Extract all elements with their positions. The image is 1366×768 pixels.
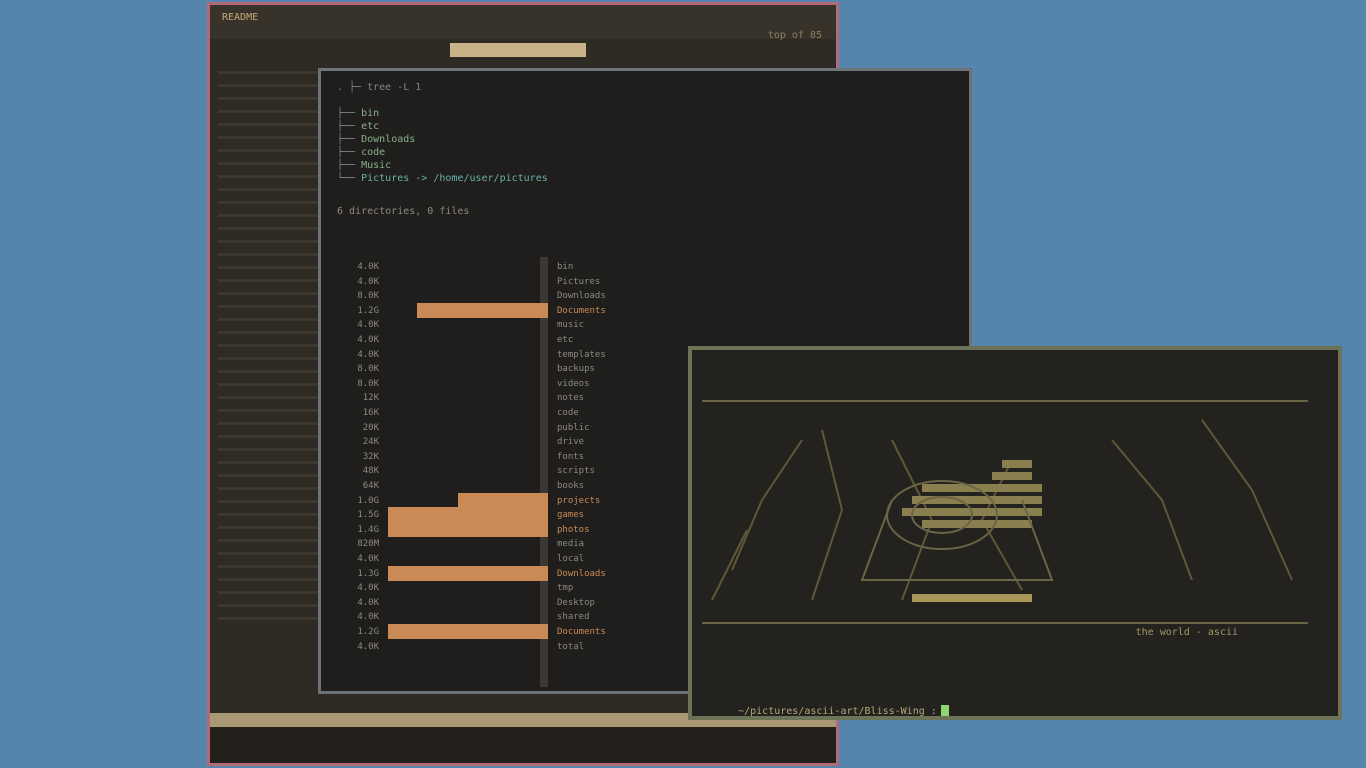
tree-command: . ├─ tree -L 1	[337, 82, 422, 93]
usage-label: notes	[557, 393, 585, 404]
usage-size: 4.0K	[357, 583, 379, 594]
usage-bar	[388, 521, 548, 537]
usage-size: 16K	[362, 408, 379, 418]
usage-label: tmp	[557, 583, 574, 594]
tree-summary: 6 directories, 0 files	[337, 206, 470, 217]
usage-label: etc	[557, 335, 574, 345]
usage-bar	[388, 507, 548, 523]
usage-size: 4.0K	[357, 641, 379, 652]
usage-label: Documents	[557, 627, 606, 637]
usage-bar	[417, 302, 548, 318]
usage-label: templates	[557, 349, 606, 360]
tree-list: ├── bin ├── etc ├── Downloads ├── code ├── M…	[337, 107, 548, 185]
tree-item-name: etc	[361, 121, 380, 132]
usage-size: 12K	[362, 393, 379, 404]
usage-size: 1.2G	[357, 305, 379, 316]
usage-size: 1.0G	[357, 495, 379, 506]
shell-prompt[interactable]: ~/pictures/ascii-art/Bliss-Wing :	[714, 692, 949, 717]
tree-item: └── Pictures -> /home/user/pictures	[337, 173, 548, 184]
usage-label: videos	[557, 378, 590, 389]
editor-position: top of 85	[767, 30, 822, 41]
usage-size: 4.0K	[357, 597, 379, 608]
usage-label: scripts	[557, 466, 595, 477]
usage-size: 1.4G	[357, 524, 379, 535]
tree-item-name: Music	[361, 160, 392, 171]
usage-size: 32K	[362, 451, 379, 462]
usage-label: drive	[557, 437, 585, 448]
tree-item-name: code	[361, 147, 386, 158]
usage-bar	[458, 492, 548, 508]
usage-size: 4.0K	[357, 612, 379, 623]
usage-size: 1.3G	[357, 568, 379, 579]
usage-label: local	[557, 554, 585, 564]
usage-label: backups	[557, 364, 595, 375]
usage-size: 8.0K	[357, 364, 379, 375]
usage-label: Downloads	[557, 291, 606, 302]
editor-title: README	[222, 12, 259, 23]
usage-scrollbar[interactable]	[540, 257, 548, 687]
tree-item: ├── Downloads	[337, 134, 416, 145]
usage-label: Desktop	[557, 597, 595, 608]
usage-size: 8.0K	[357, 378, 379, 389]
tree-item: ├── code	[337, 147, 386, 158]
usage-size: 8.0K	[357, 291, 379, 302]
usage-size: 4.0K	[357, 335, 379, 345]
usage-label: fonts	[557, 451, 585, 462]
usage-size: 24K	[362, 437, 379, 448]
ascii-caption: the world - ascii	[1135, 627, 1238, 638]
usage-size: 4.0K	[357, 262, 379, 272]
usage-label: Pictures	[557, 276, 601, 287]
usage-size: 4.0K	[357, 554, 379, 564]
usage-size: 4.0K	[357, 349, 379, 360]
usage-label: music	[557, 320, 585, 331]
usage-label: media	[557, 539, 585, 550]
usage-label: shared	[557, 612, 590, 623]
ascii-art	[711, 419, 1293, 602]
usage-label: books	[557, 481, 585, 491]
usage-size: 4.0K	[357, 320, 379, 331]
usage-label: Downloads	[557, 568, 606, 579]
ascii-terminal-window[interactable]: the world - ascii ~/pictures/ascii-art/B…	[688, 346, 1342, 720]
cursor	[940, 705, 949, 716]
usage-size: 4.0K	[357, 276, 379, 287]
tree-item: ├── bin	[337, 108, 380, 119]
editor-command-line[interactable]	[210, 727, 836, 763]
usage-size: 64K	[362, 481, 379, 491]
usage-label: code	[557, 408, 579, 418]
usage-size: 1.2G	[357, 627, 379, 637]
usage-size: 20K	[362, 422, 379, 433]
tree-item: ├── etc	[337, 121, 380, 132]
editor-titlebar: README top of 85	[210, 5, 836, 41]
usage-size: 48K	[362, 466, 379, 477]
tree-item: ├── Music	[337, 160, 392, 171]
usage-label: Documents	[557, 305, 606, 316]
usage-size: 1.5G	[357, 510, 379, 521]
usage-label: total	[557, 641, 585, 652]
usage-bar	[388, 565, 548, 581]
usage-label: photos	[557, 524, 590, 535]
editor-tab-active[interactable]	[450, 43, 586, 57]
usage-label: projects	[557, 495, 601, 506]
bottom-divider	[702, 622, 1308, 624]
tree-item-name: bin	[361, 108, 380, 119]
usage-label: games	[557, 510, 585, 521]
usage-label: bin	[557, 262, 574, 272]
tree-item-name: Downloads	[361, 134, 416, 145]
tree-item-name: Pictures -> /home/user/pictures	[361, 173, 548, 184]
prompt-text: ~/pictures/ascii-art/Bliss-Wing :	[738, 706, 937, 717]
usage-size: 820M	[357, 539, 379, 550]
usage-bar	[388, 624, 548, 639]
usage-label: public	[557, 422, 590, 433]
